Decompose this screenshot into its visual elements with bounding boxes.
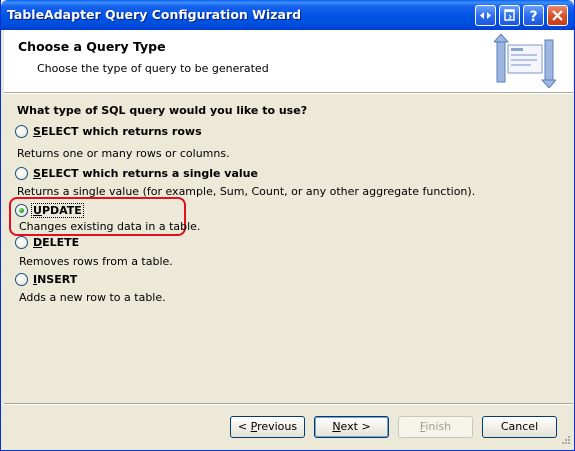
option-description: Changes existing data in a table.	[19, 220, 201, 233]
restore-button[interactable]	[499, 5, 520, 26]
previous-button[interactable]: < Previous	[230, 416, 305, 438]
option-label: SELECT which returns a single value	[33, 167, 258, 180]
page-subtitle: Choose the type of query to be generated	[37, 62, 269, 75]
wizard-window: TableAdapter Query Configuration Wizard …	[0, 0, 575, 451]
option-label: SELECT which returns rows	[33, 125, 202, 138]
window-menu-button[interactable]	[475, 5, 496, 26]
cancel-button[interactable]: Cancel	[482, 416, 557, 438]
help-button[interactable]: ?	[523, 5, 544, 26]
radio-update[interactable]	[15, 204, 28, 217]
option-label: DELETE	[33, 236, 80, 249]
radio-insert[interactable]	[15, 273, 28, 286]
option-description: Returns one or many rows or columns.	[17, 147, 230, 160]
arrows-icon	[480, 12, 491, 19]
svg-text:?: ?	[529, 9, 537, 25]
wizard-header: Choose a Query Type Choose the type of q…	[4, 30, 573, 93]
page-title: Choose a Query Type	[18, 39, 166, 54]
header-divider	[4, 93, 573, 94]
restore-icon	[504, 9, 515, 21]
radio-select-single-value[interactable]	[15, 167, 28, 180]
help-icon: ?	[529, 9, 537, 25]
window-title: TableAdapter Query Configuration Wizard	[7, 7, 302, 22]
query-type-question: What type of SQL query would you like to…	[17, 104, 308, 117]
option-label: INSERT	[33, 273, 78, 286]
close-icon	[552, 10, 563, 21]
option-description: Removes rows from a table.	[19, 255, 173, 268]
resize-grip-icon[interactable]	[559, 435, 571, 447]
query-wizard-icon	[494, 34, 556, 88]
radio-delete[interactable]	[15, 236, 28, 249]
footer-divider-highlight	[4, 404, 573, 405]
title-bar[interactable]: TableAdapter Query Configuration Wizard …	[1, 0, 574, 30]
next-button[interactable]: Next >	[314, 416, 389, 438]
finish-button[interactable]: Finish	[398, 416, 473, 438]
option-description: Adds a new row to a table.	[19, 291, 166, 304]
close-button[interactable]	[547, 5, 568, 26]
option-label: UPDATE	[31, 203, 84, 218]
radio-select-rows[interactable]	[15, 125, 28, 138]
